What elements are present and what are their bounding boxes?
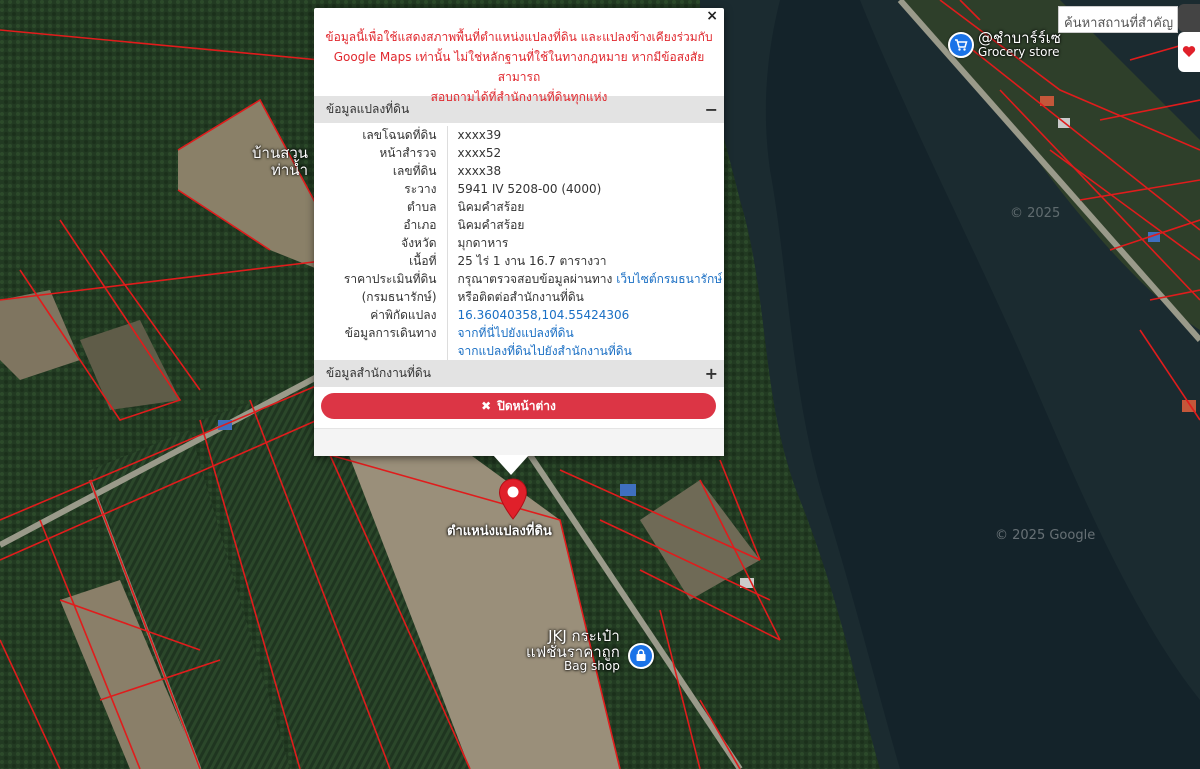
table-row: ตำบล นิคมคำสร้อย	[314, 198, 724, 216]
table-row: เลขโฉนดที่ดิน xxxx39	[314, 126, 724, 144]
shopping-cart-icon	[948, 31, 974, 58]
treasury-website-link[interactable]: เว็บไซต์กรมธนารักษ์	[616, 272, 722, 286]
land-parcel-label: ตำแหน่งแปลงที่ดิน	[447, 524, 552, 539]
directions-to-parcel-link[interactable]: จากที่นี่ไปยังแปลงที่ดิน	[458, 324, 725, 342]
row-value: 25 ไร่ 1 งาน 16.7 ตารางวา	[446, 252, 724, 270]
coordinates-link[interactable]: 16.36040358,104.55424306	[458, 308, 630, 322]
section-land-office-header[interactable]: ข้อมูลสำนักงานที่ดิน +	[314, 360, 724, 387]
row-value: 5941 IV 5208-00 (4000)	[446, 180, 724, 198]
table-row: จังหวัด มุกดาหาร	[314, 234, 724, 252]
table-row: เลขที่ดิน xxxx38	[314, 162, 724, 180]
row-label: หน้าสำรวจ	[379, 146, 437, 160]
expand-icon[interactable]: +	[705, 364, 718, 383]
popup-footer	[314, 428, 724, 456]
poi-bagshop-category: Bag shop	[563, 659, 620, 673]
section-land-info-title: ข้อมูลแปลงที่ดิน	[326, 102, 410, 116]
collapse-icon[interactable]: −	[705, 100, 718, 119]
place-search-input[interactable]: ค้นหาสถานที่สำคัญ	[1058, 6, 1178, 33]
price-value-line2: หรือติดต่อสำนักงานที่ดิน	[457, 290, 584, 304]
table-row: ข้อมูลการเดินทาง จากที่นี่ไปยังแปลงที่ดิ…	[314, 324, 724, 360]
close-window-button[interactable]: ✖ ปิดหน้าต่าง	[321, 393, 716, 419]
row-value: xxxx38	[446, 162, 724, 180]
row-label: ตำบล	[406, 200, 437, 214]
row-value: xxxx39	[446, 126, 724, 144]
land-info-table: เลขโฉนดที่ดิน xxxx39 หน้าสำรวจ xxxx52 เล…	[314, 126, 724, 360]
poi-bagshop-name-line2: แฟชั่นราคาถูก	[526, 643, 620, 661]
row-label: ค่าพิกัดแปลง	[370, 308, 437, 322]
row-label: ระวาง	[404, 182, 437, 196]
row-label: จังหวัด	[401, 236, 437, 250]
table-row: หน้าสำรวจ xxxx52	[314, 144, 724, 162]
disclaimer-text: ข้อมูลนี้เพื่อใช้แสดงสภาพพื้นที่ตำแหน่งแ…	[314, 8, 724, 104]
row-label: เนื้อที่	[409, 254, 437, 268]
poi-grocery-store[interactable]: @ชำบาร์ร์เซ Grocery store	[948, 30, 1061, 59]
poi-grocery-category: Grocery store	[978, 45, 1060, 59]
land-info-body: เลขโฉนดที่ดิน xxxx39 หน้าสำรวจ xxxx52 เล…	[314, 123, 724, 360]
table-row: อำเภอ นิคมคำสร้อย	[314, 216, 724, 234]
table-row: เนื้อที่ 25 ไร่ 1 งาน 16.7 ตารางวา	[314, 252, 724, 270]
price-label-line2: (กรมธนารักษ์)	[361, 290, 437, 304]
map-watermark-partial: © 2025	[1010, 206, 1061, 221]
row-value: xxxx52	[446, 144, 724, 162]
map-watermark: © 2025 Google	[995, 528, 1096, 543]
popup-close-icon[interactable]: ×	[706, 8, 718, 24]
table-row: ค่าพิกัดแปลง 16.36040358,104.55424306	[314, 306, 724, 324]
directions-to-office-link[interactable]: จากแปลงที่ดินไปยังสำนักงานที่ดิน	[458, 342, 725, 360]
close-window-label: ปิดหน้าต่าง	[497, 398, 556, 413]
row-value: จากที่นี่ไปยังแปลงที่ดิน จากแปลงที่ดินไป…	[446, 324, 725, 360]
side-panel-toggle[interactable]	[1178, 4, 1200, 32]
row-label: ราคาประเมินที่ดิน (กรมธนารักษ์)	[314, 270, 447, 306]
row-label: ข้อมูลการเดินทาง	[344, 326, 437, 340]
row-value: 16.36040358,104.55424306	[446, 306, 724, 324]
land-info-popup: × ข้อมูลนี้เพื่อใช้แสดงสภาพพื้นที่ตำแหน่…	[314, 8, 724, 456]
favorites-button[interactable]	[1178, 32, 1200, 72]
row-value: มุกดาหาร	[446, 234, 724, 252]
heart-icon	[1182, 43, 1196, 62]
section-land-office-title: ข้อมูลสำนักงานที่ดิน	[326, 366, 431, 380]
popup-pointer	[493, 455, 529, 475]
row-value: นิคมคำสร้อย	[446, 216, 724, 234]
row-value: กรุณาตรวจสอบข้อมูลผ่านทาง เว็บไซต์กรมธนา…	[446, 270, 724, 306]
table-row: ระวาง 5941 IV 5208-00 (4000)	[314, 180, 724, 198]
row-label: เลขโฉนดที่ดิน	[362, 128, 437, 142]
village-label-line2: ท่าน้ำ	[271, 161, 309, 179]
close-icon: ✖	[481, 399, 492, 413]
poi-bag-shop[interactable]: JKJ กระเป๋า แฟชั่นราคาถูก Bag shop	[526, 628, 654, 673]
row-label: เลขที่ดิน	[392, 164, 437, 178]
bag-icon	[627, 642, 654, 669]
poi-bagshop-name-line1: JKJ กระเป๋า	[548, 627, 620, 645]
row-label: อำเภอ	[403, 218, 437, 232]
village-label-line1: บ้านสวน	[252, 144, 309, 162]
price-value-text: กรุณาตรวจสอบข้อมูลผ่านทาง	[457, 272, 613, 286]
disclaimer-line: ข้อมูลนี้เพื่อใช้แสดงสภาพพื้นที่ตำแหน่งแ…	[325, 30, 713, 44]
price-label-line1: ราคาประเมินที่ดิน	[343, 272, 437, 286]
village-label: บ้านสวน ท่าน้ำ	[252, 145, 308, 179]
table-row: ราคาประเมินที่ดิน (กรมธนารักษ์) กรุณาตรว…	[314, 270, 724, 306]
map-pin-icon[interactable]	[498, 478, 528, 520]
row-value: นิคมคำสร้อย	[446, 198, 724, 216]
poi-grocery-name: @ชำบาร์ร์เซ	[978, 29, 1061, 47]
disclaimer-line: Google Maps เท่านั้น ไม่ใช่หลักฐานที่ใช้…	[333, 50, 705, 84]
